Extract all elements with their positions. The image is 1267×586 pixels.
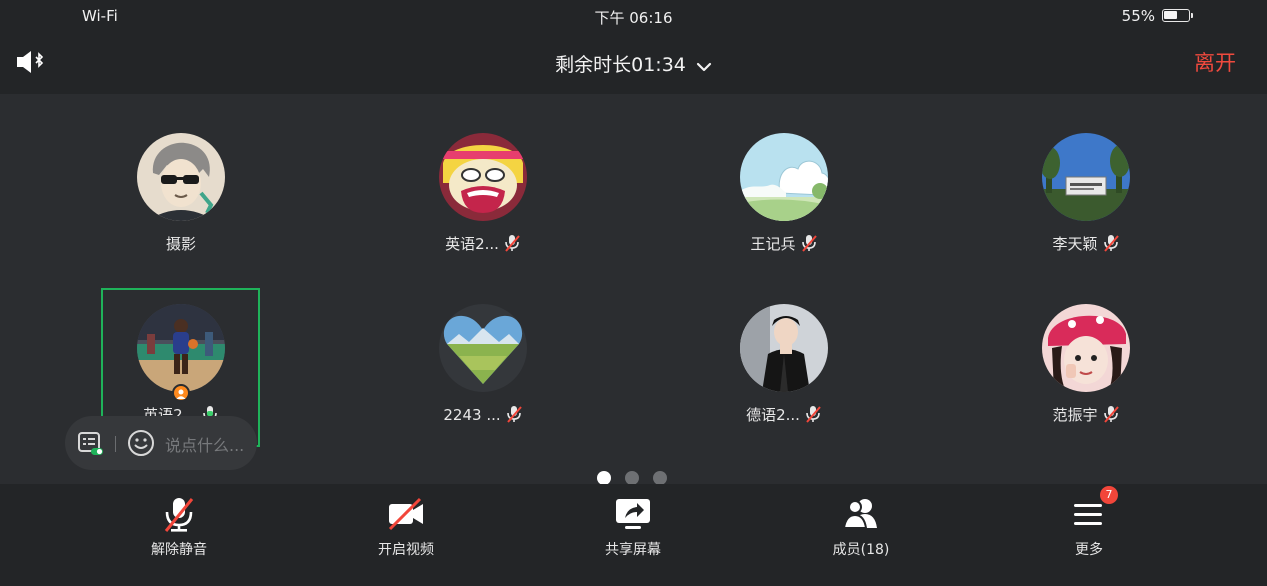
participant-name: 英语2... [445, 235, 499, 253]
participant-name-row: 李天颖 [1006, 233, 1166, 257]
page-dot[interactable] [653, 471, 667, 485]
share-screen-icon [613, 494, 653, 534]
participant-name-row: 范振宇 [1006, 404, 1166, 428]
status-bar: Wi-Fi 下午 06:16 55% [0, 0, 1267, 32]
mic-muted-icon [505, 404, 523, 428]
participant-name: 李天颖 [1052, 235, 1098, 253]
avatar [137, 304, 225, 392]
battery-icon [1162, 9, 1193, 22]
avatar [1042, 133, 1130, 221]
start-video-button[interactable]: 开启视频 [336, 484, 476, 586]
video-off-icon [386, 494, 426, 534]
participant-name: 摄影 [165, 235, 196, 253]
remaining-time-dropdown[interactable]: 剩余时长01:34 [0, 50, 1267, 77]
share-screen-button[interactable]: 共享屏幕 [563, 484, 703, 586]
members-label: 成员(18) [832, 542, 890, 558]
members-icon [841, 494, 881, 534]
participant-tile[interactable]: 英语2... [403, 133, 563, 283]
host-badge-icon [172, 384, 190, 402]
participant-tile[interactable]: 李天颖 [1006, 133, 1166, 283]
avatar [137, 133, 225, 221]
participant-name-row: 德语2... [704, 404, 864, 428]
participant-name: 范振宇 [1052, 406, 1098, 424]
participant-tile[interactable]: 德语2... [704, 304, 864, 454]
chevron-down-icon [696, 55, 712, 77]
participant-tile[interactable]: 摄影 [101, 133, 261, 283]
participant-name-row: 2243 ... [403, 404, 563, 428]
mic-muted-icon [1102, 233, 1120, 257]
participant-name: 2243 ... [443, 406, 501, 424]
leave-button[interactable]: 离开 [1194, 47, 1236, 77]
meeting-header: 剩余时长01:34 离开 [0, 32, 1267, 94]
start-video-label: 开启视频 [378, 542, 434, 558]
mic-muted-icon [800, 233, 818, 257]
clock: 下午 06:16 [594, 9, 673, 27]
chat-bar: 说点什么... [65, 416, 257, 470]
participant-name-row: 英语2... [403, 233, 563, 257]
participant-tile[interactable]: 范振宇 [1006, 304, 1166, 454]
members-button[interactable]: 成员(18) [791, 484, 931, 586]
participant-tile[interactable]: 2243 ... [403, 304, 563, 454]
notification-badge: 7 [1100, 486, 1118, 504]
avatar [1042, 304, 1130, 392]
divider [115, 436, 116, 452]
emoji-icon[interactable] [127, 429, 155, 461]
more-label: 更多 [1075, 542, 1103, 558]
participant-tile[interactable]: 王记兵 [704, 133, 864, 283]
avatar [740, 133, 828, 221]
share-screen-label: 共享屏幕 [605, 542, 661, 558]
avatar [439, 304, 527, 392]
chat-list-toggle-icon[interactable] [77, 431, 105, 461]
battery-percent: 55% [1121, 7, 1155, 25]
unmute-label: 解除静音 [151, 542, 207, 558]
more-button[interactable]: 7 更多 [1019, 484, 1159, 586]
chat-input[interactable]: 说点什么... [165, 432, 244, 456]
mic-muted-icon [1102, 404, 1120, 428]
avatar [439, 133, 527, 221]
page-dot-active[interactable] [597, 471, 611, 485]
mic-muted-icon [159, 494, 199, 534]
page-dot[interactable] [625, 471, 639, 485]
participant-name: 德语2... [746, 406, 800, 424]
bottom-toolbar: 解除静音 开启视频 共享屏幕 成员(18) 7 更多 [0, 484, 1267, 586]
remaining-time-label: 剩余时长01:34 [555, 54, 686, 76]
mic-muted-icon [503, 233, 521, 257]
unmute-button[interactable]: 解除静音 [109, 484, 249, 586]
avatar [740, 304, 828, 392]
participant-name: 王记兵 [750, 235, 796, 253]
mic-muted-icon [804, 404, 822, 428]
participant-name-row: 王记兵 [704, 233, 864, 257]
participant-name-row: 摄影 [101, 233, 261, 254]
